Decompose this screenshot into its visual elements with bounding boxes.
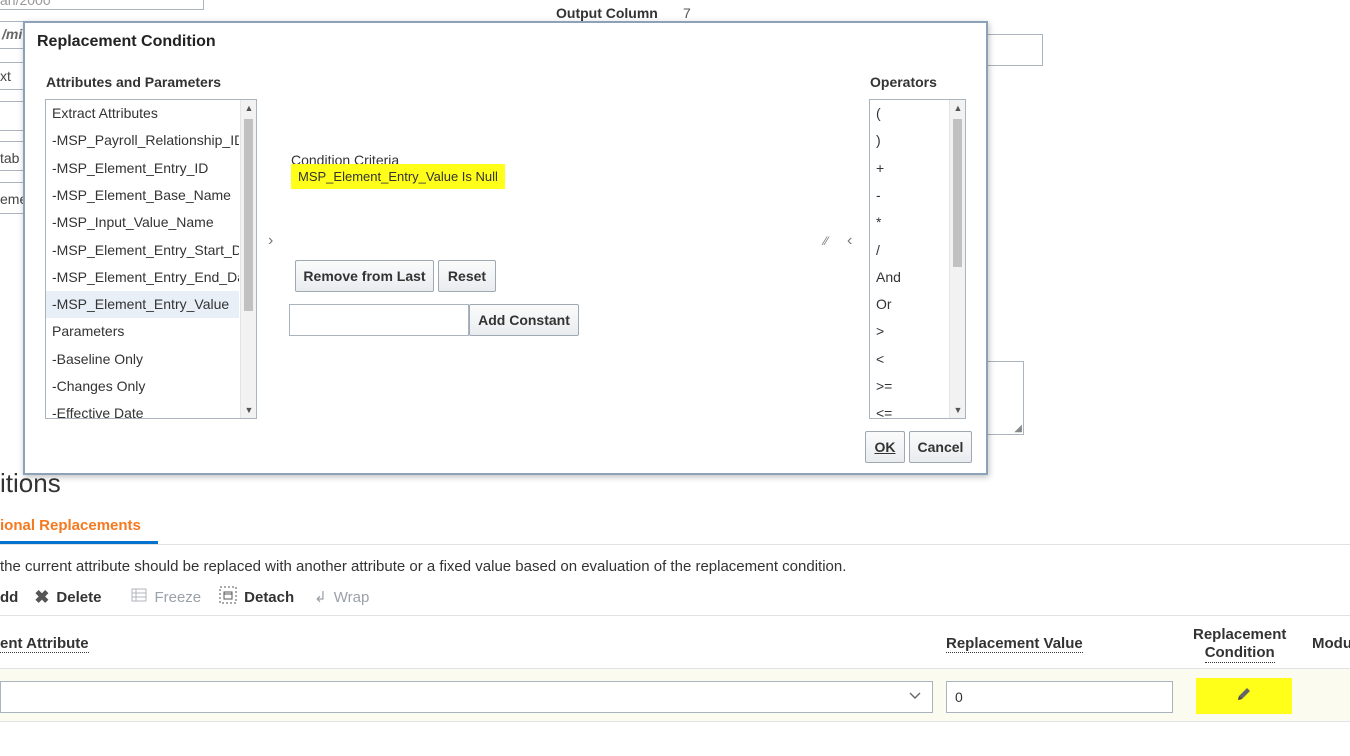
table-bottom-divider bbox=[0, 721, 1350, 722]
attribute-list-item[interactable]: -MSP_Element_Entry_End_Da bbox=[46, 264, 239, 291]
cancel-button[interactable]: Cancel bbox=[909, 431, 972, 463]
table-top-divider bbox=[0, 615, 1350, 616]
move-right-icon[interactable]: › bbox=[268, 232, 273, 250]
tab-divider bbox=[0, 544, 1350, 545]
add-constant-button[interactable]: Add Constant bbox=[469, 304, 579, 336]
freeze-button[interactable]: Freeze bbox=[131, 587, 201, 608]
operator-list-item[interactable]: / bbox=[870, 237, 948, 264]
detach-button[interactable]: Detach bbox=[219, 586, 294, 609]
attribute-list-item[interactable]: -MSP_Element_Entry_Value bbox=[46, 291, 239, 319]
add-label: dd bbox=[0, 588, 19, 606]
attribute-list-item[interactable]: -Changes Only bbox=[46, 373, 239, 400]
scroll-down-icon[interactable]: ▼ bbox=[950, 405, 965, 415]
column-header-replacement-value[interactable]: Replacement Value bbox=[946, 635, 1083, 653]
replacement-condition-dialog: Replacement Condition Attributes and Par… bbox=[23, 21, 988, 475]
remove-from-last-button[interactable]: Remove from Last bbox=[295, 260, 434, 292]
output-column-label: Output Column bbox=[556, 5, 658, 21]
attribute-list-item[interactable]: Extract Attributes bbox=[46, 100, 239, 127]
replacement-value-input[interactable] bbox=[946, 681, 1173, 713]
operator-list-item[interactable]: > bbox=[870, 318, 948, 345]
operator-list-item[interactable]: <= bbox=[870, 400, 948, 418]
attributes-parameters-label: Attributes and Parameters bbox=[46, 74, 222, 90]
condition-criteria-value: MSP_Element_Entry_Value Is Null bbox=[291, 164, 505, 189]
section-description: the current attribute should be replaced… bbox=[0, 558, 847, 575]
attribute-list-item[interactable]: -Baseline Only bbox=[46, 346, 239, 373]
table-toolbar: dd ✖ Delete Freeze Detach ↲ Wrap bbox=[0, 586, 387, 608]
delete-label: Delete bbox=[56, 588, 102, 606]
ok-button[interactable]: OK bbox=[865, 431, 905, 463]
wrap-icon: ↲ bbox=[314, 589, 327, 606]
tab-fragment: tab bbox=[0, 150, 20, 166]
attribute-list-item[interactable]: -MSP_Element_Base_Name bbox=[46, 182, 239, 209]
freeze-icon bbox=[131, 587, 147, 608]
scroll-thumb[interactable] bbox=[244, 119, 253, 311]
move-left-icon[interactable]: ‹ bbox=[847, 232, 852, 250]
operator-list-item[interactable]: ) bbox=[870, 127, 948, 154]
textarea-resize-icon[interactable]: ◢ bbox=[1014, 423, 1022, 434]
scroll-thumb[interactable] bbox=[953, 119, 962, 267]
operator-list-item[interactable]: And bbox=[870, 264, 948, 291]
delete-button[interactable]: ✖ Delete bbox=[34, 587, 101, 608]
reset-button[interactable]: Reset bbox=[438, 260, 496, 292]
date-fragment: an/2000 bbox=[0, 0, 51, 8]
operator-list-item[interactable]: Or bbox=[870, 291, 948, 318]
constant-input[interactable] bbox=[289, 304, 469, 336]
attribute-list-item[interactable]: -MSP_Element_Entry_ID bbox=[46, 155, 239, 182]
replacement-condition-line2: Condition bbox=[1204, 644, 1275, 663]
scroll-up-icon[interactable]: ▲ bbox=[950, 103, 965, 113]
scroll-up-icon[interactable]: ▲ bbox=[241, 103, 256, 113]
scroll-down-icon[interactable]: ▼ bbox=[241, 405, 256, 415]
attribute-list-item[interactable]: -MSP_Element_Entry_Start_D bbox=[46, 237, 239, 264]
attribute-list-item[interactable]: -MSP_Payroll_Relationship_ID bbox=[46, 127, 239, 154]
attributes-scrollbar[interactable]: ▲ ▼ bbox=[240, 100, 256, 418]
column-header-replacement-condition[interactable]: Replacement Condition bbox=[1193, 626, 1286, 663]
operator-list-item[interactable]: ( bbox=[870, 100, 948, 127]
attribute-list-item[interactable]: Parameters bbox=[46, 318, 239, 345]
operator-list-item[interactable]: < bbox=[870, 346, 948, 373]
detach-label: Detach bbox=[244, 588, 295, 606]
operator-list-item[interactable]: + bbox=[870, 155, 948, 182]
type-fragment: xt bbox=[0, 68, 11, 84]
pencil-icon bbox=[1235, 685, 1253, 708]
detach-icon bbox=[219, 586, 237, 609]
replacement-condition-edit-button[interactable] bbox=[1196, 678, 1292, 714]
mask-fragment: /mi bbox=[2, 26, 23, 42]
replacement-condition-line1: Replacement bbox=[1193, 626, 1287, 643]
wrap-button[interactable]: ↲ Wrap bbox=[314, 588, 370, 607]
attribute-list-item[interactable]: -Effective Date bbox=[46, 400, 239, 418]
dialog-title: Replacement Condition bbox=[37, 33, 216, 50]
tab-conditional-replacements[interactable]: ional Replacements bbox=[0, 517, 141, 534]
attributes-listbox[interactable]: Extract Attributes -MSP_Payroll_Relations… bbox=[45, 99, 257, 419]
add-button[interactable]: dd bbox=[0, 589, 18, 606]
operator-list-item[interactable]: - bbox=[870, 182, 948, 209]
column-header-modu[interactable]: Modu bbox=[1312, 635, 1350, 652]
resize-handle-icon[interactable]: ⁄⁄ bbox=[824, 234, 828, 248]
operator-list-item[interactable]: >= bbox=[870, 373, 948, 400]
wrap-label: Wrap bbox=[333, 588, 370, 606]
output-column-value: 7 bbox=[683, 5, 691, 21]
operators-listbox[interactable]: () + - * / And Or > < >= <= ▲ ▼ bbox=[869, 99, 966, 419]
element-attribute-select[interactable] bbox=[0, 681, 933, 713]
freeze-label: Freeze bbox=[154, 588, 202, 606]
chevron-down-icon[interactable] bbox=[908, 688, 922, 705]
delete-x-icon: ✖ bbox=[34, 586, 50, 607]
operators-label: Operators bbox=[870, 74, 937, 90]
attribute-list-item[interactable]: -MSP_Input_Value_Name bbox=[46, 209, 239, 236]
operator-list-item[interactable]: * bbox=[870, 209, 948, 236]
column-header-element-attribute[interactable]: ent Attribute bbox=[0, 635, 89, 653]
right-top-input[interactable] bbox=[980, 34, 1043, 66]
operators-scrollbar[interactable]: ▲ ▼ bbox=[949, 100, 965, 418]
